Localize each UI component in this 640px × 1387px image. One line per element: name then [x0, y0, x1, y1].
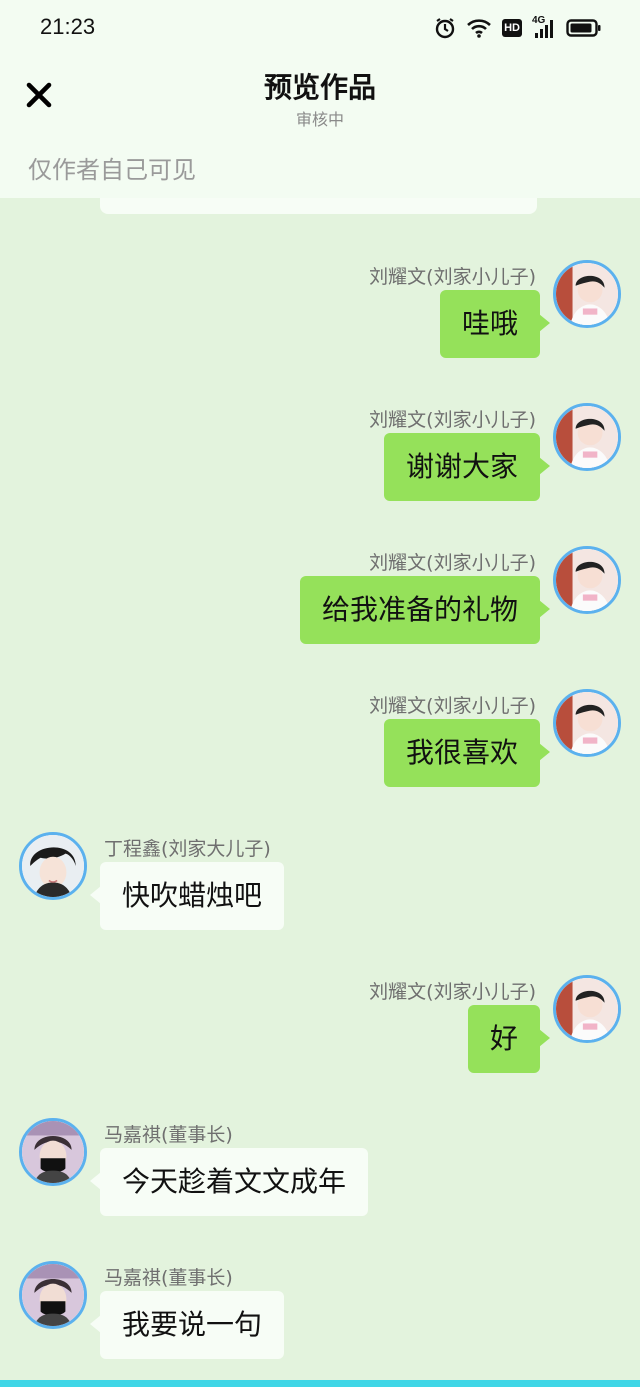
avatar-liu-yaowen[interactable] [553, 546, 621, 614]
4g-signal-icon: 4G [532, 15, 556, 39]
sender-name: 刘耀文(刘家小儿子) [369, 266, 536, 288]
avatar-ding-chengxin[interactable] [19, 832, 87, 900]
message-item: 丁程鑫(刘家大儿子) 快吹蜡烛吧 [0, 832, 640, 952]
message-item: 马嘉祺(董事长) 今天趁着文文成年 [0, 1118, 640, 1238]
avatar-liu-yaowen[interactable] [553, 260, 621, 328]
sender-name: 马嘉祺(董事长) [104, 1267, 233, 1289]
review-status: 审核中 [295, 110, 344, 129]
sender-name: 刘耀文(刘家小儿子) [369, 695, 536, 717]
message-item: 刘耀文(刘家小儿子) 好 [0, 975, 640, 1095]
message-bubble[interactable]: 我要说一句 [89, 1291, 285, 1359]
message-item: 刘耀文(刘家小儿子) 谢谢大家 [0, 403, 640, 523]
page-title: 预览作品 [263, 71, 376, 104]
message-bubble[interactable]: 给我准备的礼物 [299, 576, 551, 644]
message-bubble[interactable]: 我很喜欢 [383, 719, 551, 787]
status-bar: 21:23 HD 4G [0, 0, 640, 56]
visibility-note: 仅作者自己可见 [28, 156, 196, 184]
sender-name: 刘耀文(刘家小儿子) [369, 981, 536, 1003]
alarm-icon [434, 17, 456, 39]
message-bubble[interactable]: 快吹蜡烛吧 [89, 862, 285, 930]
sender-name: 刘耀文(刘家小儿子) [369, 409, 536, 431]
message-bubble[interactable]: 今天趁着文文成年 [89, 1148, 369, 1216]
message-bubble[interactable]: 谢谢大家 [383, 433, 551, 501]
sender-name: 刘耀文(刘家小儿子) [369, 552, 536, 574]
message-item: 刘耀文(刘家小儿子) 我很喜欢 [0, 689, 640, 809]
previous-message-bubble [100, 198, 537, 214]
header: 21:23 HD 4G 预览作品 审核中 仅作者自己可见 [0, 0, 640, 198]
battery-icon [566, 18, 602, 38]
message-item: 马嘉祺(董事长) 我要说一句 [0, 1261, 640, 1380]
sender-name: 丁程鑫(刘家大儿子) [104, 838, 271, 860]
bottom-accent-bar [0, 1380, 640, 1387]
sender-name: 马嘉祺(董事长) [104, 1124, 233, 1146]
chat-area[interactable]: 刘耀文(刘家小儿子) 哇哦 刘耀文(刘家小儿子) 谢谢大家 刘耀文(刘家小儿子)… [0, 198, 640, 1380]
message-item: 刘耀文(刘家小儿子) 给我准备的礼物 [0, 546, 640, 666]
message-bubble[interactable]: 好 [467, 1005, 551, 1073]
avatar-ma-jiaqi[interactable] [19, 1118, 87, 1186]
message-item: 刘耀文(刘家小儿子) 哇哦 [0, 260, 640, 380]
avatar-ma-jiaqi[interactable] [19, 1261, 87, 1329]
avatar-liu-yaowen[interactable] [553, 975, 621, 1043]
message-bubble[interactable]: 哇哦 [439, 290, 551, 358]
hd-icon: HD [502, 19, 522, 37]
avatar-liu-yaowen[interactable] [553, 689, 621, 757]
avatar-liu-yaowen[interactable] [553, 403, 621, 471]
status-icons: HD 4G [434, 14, 602, 42]
status-time: 21:23 [40, 14, 96, 39]
wifi-icon [466, 17, 492, 39]
